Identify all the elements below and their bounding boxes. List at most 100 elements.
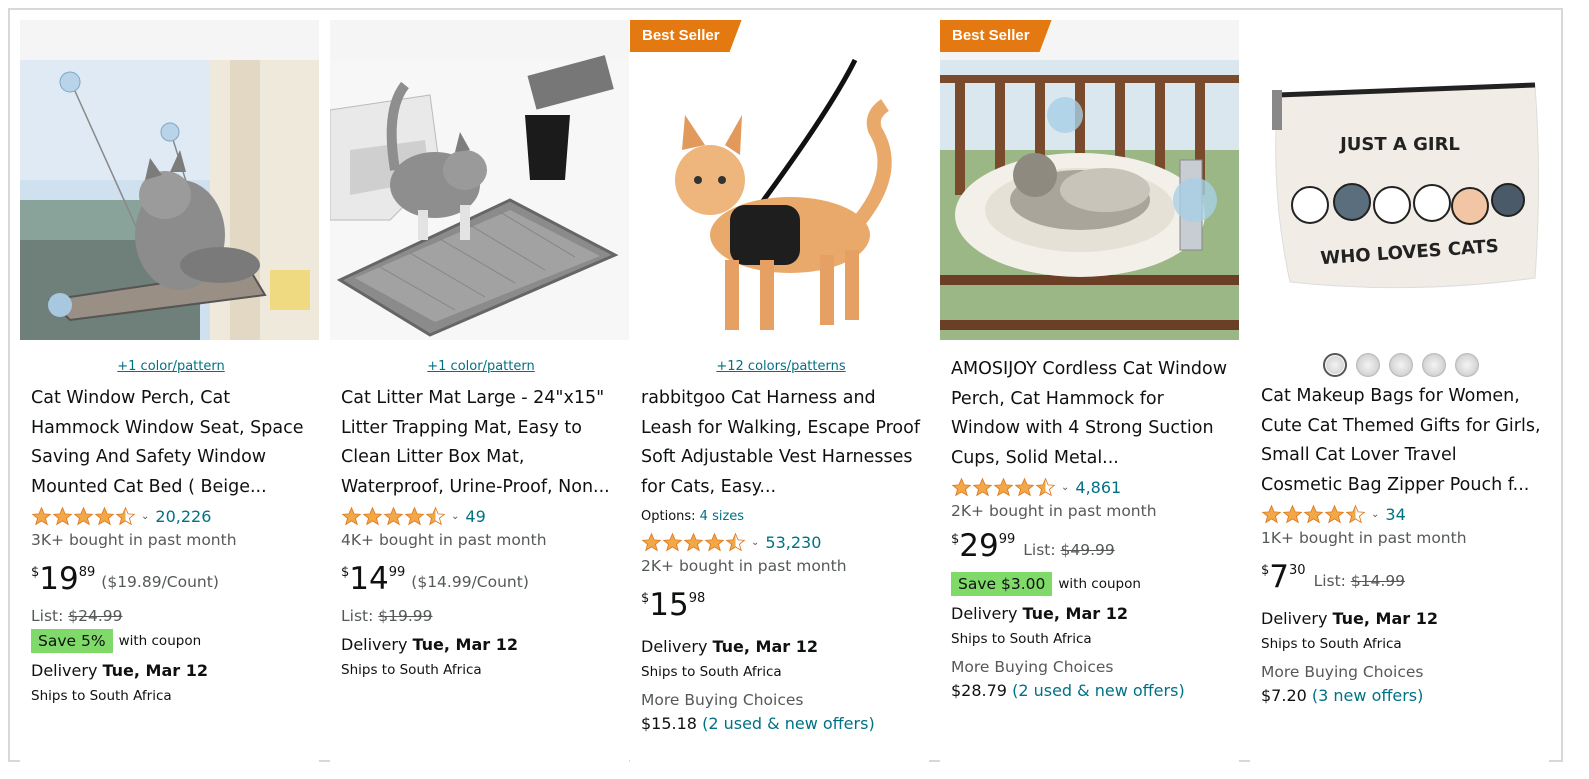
product-card[interactable]: JUST A GIRL WHO LOVES CATS Cat Makeup Ba… <box>1250 20 1549 762</box>
product-title[interactable]: Cat Litter Mat Large - 24"x15" Litter Tr… <box>341 384 621 502</box>
product-title[interactable]: AMOSIJOY Cordless Cat Window Perch, Cat … <box>951 355 1231 473</box>
price[interactable]: $ 29 99 List: $49.99 <box>951 527 1231 571</box>
swatch[interactable] <box>1389 353 1413 377</box>
swatch[interactable] <box>1455 353 1479 377</box>
delivery: Delivery Tue, Mar 12 <box>1261 606 1541 632</box>
half-star-icon <box>725 532 746 551</box>
product-card[interactable]: +1 color/pattern Cat Window Perch, Cat H… <box>20 20 319 762</box>
coupon-text: with coupon <box>118 633 202 649</box>
rating-row[interactable]: ⌄ 49 <box>341 504 621 528</box>
product-title[interactable]: Cat Makeup Bags for Women, Cute Cat Them… <box>1261 382 1541 500</box>
review-count[interactable]: 4,861 <box>1075 478 1121 497</box>
cat-litter-mat-image[interactable] <box>330 20 629 340</box>
price-symbol: $ <box>951 532 960 547</box>
star-icon <box>1014 477 1035 496</box>
rating-row[interactable]: ⌄ 34 <box>1261 502 1541 526</box>
price-fraction: 99 <box>998 532 1016 547</box>
list-price: $24.99 <box>68 607 123 625</box>
list-price: $19.99 <box>378 607 433 625</box>
review-count[interactable]: 34 <box>1385 505 1405 524</box>
star-icon <box>94 506 115 525</box>
options-value-link[interactable]: 4 sizes <box>700 509 744 524</box>
chevron-down-icon[interactable]: ⌄ <box>451 511 459 522</box>
price[interactable]: $ 14 99 ($14.99/Count) <box>341 560 621 604</box>
price[interactable]: $ 7 30 List: $14.99 <box>1261 558 1541 602</box>
chevron-down-icon[interactable]: ⌄ <box>1061 482 1069 493</box>
variant-link[interactable]: +1 color/pattern <box>341 358 621 376</box>
unit-price: ($14.99/Count) <box>411 573 529 591</box>
product-title[interactable]: rabbitgoo Cat Harness and Leash for Walk… <box>641 384 921 502</box>
cat-window-perch-image[interactable] <box>20 20 319 340</box>
list-price: $49.99 <box>1060 541 1115 559</box>
delivery-date: Tue, Mar 12 <box>712 637 819 656</box>
price-whole: 14 <box>349 561 389 597</box>
delivery-date: Tue, Mar 12 <box>1022 604 1129 623</box>
offers-link[interactable]: (2 used & new offers) <box>1012 681 1185 700</box>
bought-count: 4K+ bought in past month <box>341 531 547 549</box>
bought-count: 2K+ bought in past month <box>951 502 1157 520</box>
star-rating[interactable] <box>31 506 136 527</box>
star-icon <box>1303 504 1324 523</box>
product-card[interactable]: Best Seller AMOSIJOY Cordless Cat Window… <box>940 20 1239 762</box>
cat-makeup-bag-image[interactable]: JUST A GIRL WHO LOVES CATS <box>1250 20 1549 340</box>
variant-link[interactable]: +12 colors/patterns <box>641 358 921 376</box>
more-buying-choices: More Buying Choices <box>641 691 804 709</box>
star-rating[interactable] <box>1261 504 1366 525</box>
list-label: List: <box>341 607 379 625</box>
best-seller-badge: Best Seller <box>630 20 742 52</box>
delivery-date: Tue, Mar 12 <box>412 635 519 654</box>
review-count[interactable]: 20,226 <box>155 507 211 526</box>
chevron-down-icon[interactable]: ⌄ <box>751 537 759 548</box>
cordless-window-perch-image[interactable]: Best Seller <box>940 20 1239 340</box>
price-fraction: 89 <box>78 565 96 580</box>
star-icon <box>704 532 725 551</box>
product-card[interactable]: +1 color/pattern Cat Litter Mat Large - … <box>330 20 629 762</box>
unit-price: ($19.89/Count) <box>101 573 219 591</box>
coupon-badge: Save 5% <box>31 629 113 653</box>
delivery: Delivery Tue, Mar 12 <box>31 658 311 684</box>
star-icon <box>31 506 52 525</box>
ships-to: Ships to South Africa <box>31 688 172 704</box>
more-buying-price: $15.18 (2 used & new offers) <box>641 712 921 736</box>
more-price: $7.20 <box>1261 686 1307 705</box>
cat-harness-image[interactable]: Best Seller <box>630 20 929 340</box>
star-icon <box>993 477 1014 496</box>
chevron-down-icon[interactable]: ⌄ <box>141 511 149 522</box>
offers-link[interactable]: (3 new offers) <box>1312 686 1423 705</box>
product-card[interactable]: Best Seller +12 colors/patterns rabbitgo… <box>630 20 929 762</box>
best-seller-badge: Best Seller <box>940 20 1052 52</box>
price-whole: 15 <box>649 587 689 623</box>
price[interactable]: $ 19 89 ($19.89/Count) <box>31 560 311 604</box>
review-count[interactable]: 49 <box>465 507 485 526</box>
rating-row[interactable]: ⌄ 4,861 <box>951 475 1231 499</box>
offers-link[interactable]: (2 used & new offers) <box>702 714 875 733</box>
color-swatches[interactable] <box>1261 353 1541 379</box>
bought-count: 2K+ bought in past month <box>641 557 847 575</box>
bought-count: 3K+ bought in past month <box>31 531 237 549</box>
price-fraction: 30 <box>1289 563 1306 578</box>
list-price: $14.99 <box>1350 572 1406 590</box>
swatch[interactable] <box>1323 353 1347 377</box>
half-star-icon <box>425 506 446 525</box>
star-icon <box>683 532 704 551</box>
chevron-down-icon[interactable]: ⌄ <box>1371 509 1379 520</box>
star-icon <box>951 477 972 496</box>
swatch[interactable] <box>1422 353 1446 377</box>
price[interactable]: $ 15 98 <box>641 586 921 630</box>
rating-row[interactable]: ⌄ 53,230 <box>641 530 921 554</box>
product-title[interactable]: Cat Window Perch, Cat Hammock Window Sea… <box>31 384 311 502</box>
rating-row[interactable]: ⌄ 20,226 <box>31 504 311 528</box>
star-rating[interactable] <box>641 532 746 553</box>
more-price: $15.18 <box>641 714 697 733</box>
variant-link[interactable]: +1 color/pattern <box>31 358 311 376</box>
swatch[interactable] <box>1356 353 1380 377</box>
star-rating[interactable] <box>951 477 1056 498</box>
ships-to: Ships to South Africa <box>951 631 1092 647</box>
star-icon <box>1324 504 1345 523</box>
list-price-line: List: $19.99 <box>341 604 621 628</box>
price-whole: 19 <box>39 561 79 597</box>
bag-text-line1: JUST A GIRL <box>1338 134 1460 155</box>
star-icon <box>404 506 425 525</box>
star-rating[interactable] <box>341 506 446 527</box>
review-count[interactable]: 53,230 <box>765 533 821 552</box>
